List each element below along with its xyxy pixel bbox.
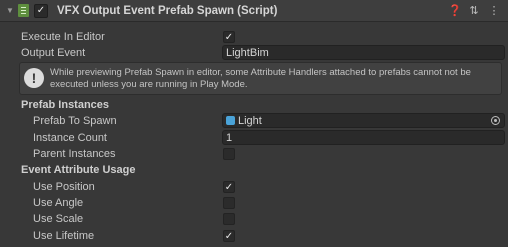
use-position-row: Use Position ✓ bbox=[0, 178, 508, 195]
execute-in-editor-checkbox[interactable]: ✓ bbox=[223, 30, 235, 43]
help-text: While previewing Prefab Spawn in editor,… bbox=[50, 67, 471, 90]
component-header[interactable]: ▼ ✓ VFX Output Event Prefab Spawn (Scrip… bbox=[0, 0, 508, 22]
parent-instances-label: Parent Instances bbox=[33, 147, 116, 160]
instance-count-row: Instance Count 1 bbox=[0, 129, 508, 146]
use-scale-checkbox[interactable] bbox=[223, 212, 235, 225]
use-angle-row: Use Angle bbox=[0, 194, 508, 211]
preset-icon[interactable]: ⇅ bbox=[468, 4, 480, 17]
component-enabled-checkbox[interactable]: ✓ bbox=[34, 3, 48, 18]
warning-icon: ! bbox=[24, 68, 44, 88]
prefab-instances-header: Prefab Instances bbox=[21, 98, 110, 111]
use-lifetime-label: Use Lifetime bbox=[33, 229, 95, 242]
parent-instances-checkbox[interactable] bbox=[223, 147, 235, 160]
parent-instances-row: Parent Instances bbox=[0, 145, 508, 162]
output-event-label: Output Event bbox=[21, 46, 86, 59]
script-icon bbox=[18, 4, 29, 17]
use-scale-label: Use Scale bbox=[33, 212, 84, 225]
more-icon[interactable]: ⋮ bbox=[488, 4, 500, 17]
prefab-icon bbox=[226, 116, 235, 125]
component-title: VFX Output Event Prefab Spawn (Script) bbox=[57, 4, 278, 17]
instance-count-field[interactable]: 1 bbox=[222, 130, 505, 145]
execute-in-editor-label: Execute In Editor bbox=[21, 30, 105, 43]
event-attribute-usage-header: Event Attribute Usage bbox=[21, 163, 136, 176]
prefab-to-spawn-row: Prefab To Spawn Light bbox=[0, 112, 508, 129]
prefab-to-spawn-label: Prefab To Spawn bbox=[33, 114, 117, 127]
use-position-label: Use Position bbox=[33, 180, 95, 193]
prefab-to-spawn-value: Light bbox=[238, 114, 262, 127]
execute-in-editor-row: Execute In Editor ✓ bbox=[0, 28, 508, 45]
use-position-checkbox[interactable]: ✓ bbox=[223, 180, 235, 193]
use-angle-label: Use Angle bbox=[33, 196, 84, 209]
instance-count-value: 1 bbox=[226, 131, 233, 144]
event-attribute-usage-header-row: Event Attribute Usage bbox=[0, 161, 508, 178]
help-box: ! While previewing Prefab Spawn in edito… bbox=[19, 62, 502, 95]
use-scale-row: Use Scale bbox=[0, 210, 508, 227]
output-event-field[interactable]: LightBim bbox=[222, 45, 505, 60]
prefab-to-spawn-field[interactable]: Light bbox=[222, 113, 505, 128]
output-event-row: Output Event LightBim bbox=[0, 44, 508, 61]
fold-arrow-icon[interactable]: ▼ bbox=[6, 6, 16, 15]
instance-count-label: Instance Count bbox=[33, 131, 107, 144]
use-lifetime-row: Use Lifetime ✓ bbox=[0, 227, 508, 244]
use-angle-checkbox[interactable] bbox=[223, 196, 235, 209]
help-icon[interactable]: ❓ bbox=[448, 4, 462, 17]
object-picker-icon[interactable] bbox=[491, 116, 500, 125]
use-lifetime-checkbox[interactable]: ✓ bbox=[223, 229, 235, 242]
prefab-instances-header-row: Prefab Instances bbox=[0, 96, 508, 113]
output-event-value: LightBim bbox=[226, 46, 269, 59]
